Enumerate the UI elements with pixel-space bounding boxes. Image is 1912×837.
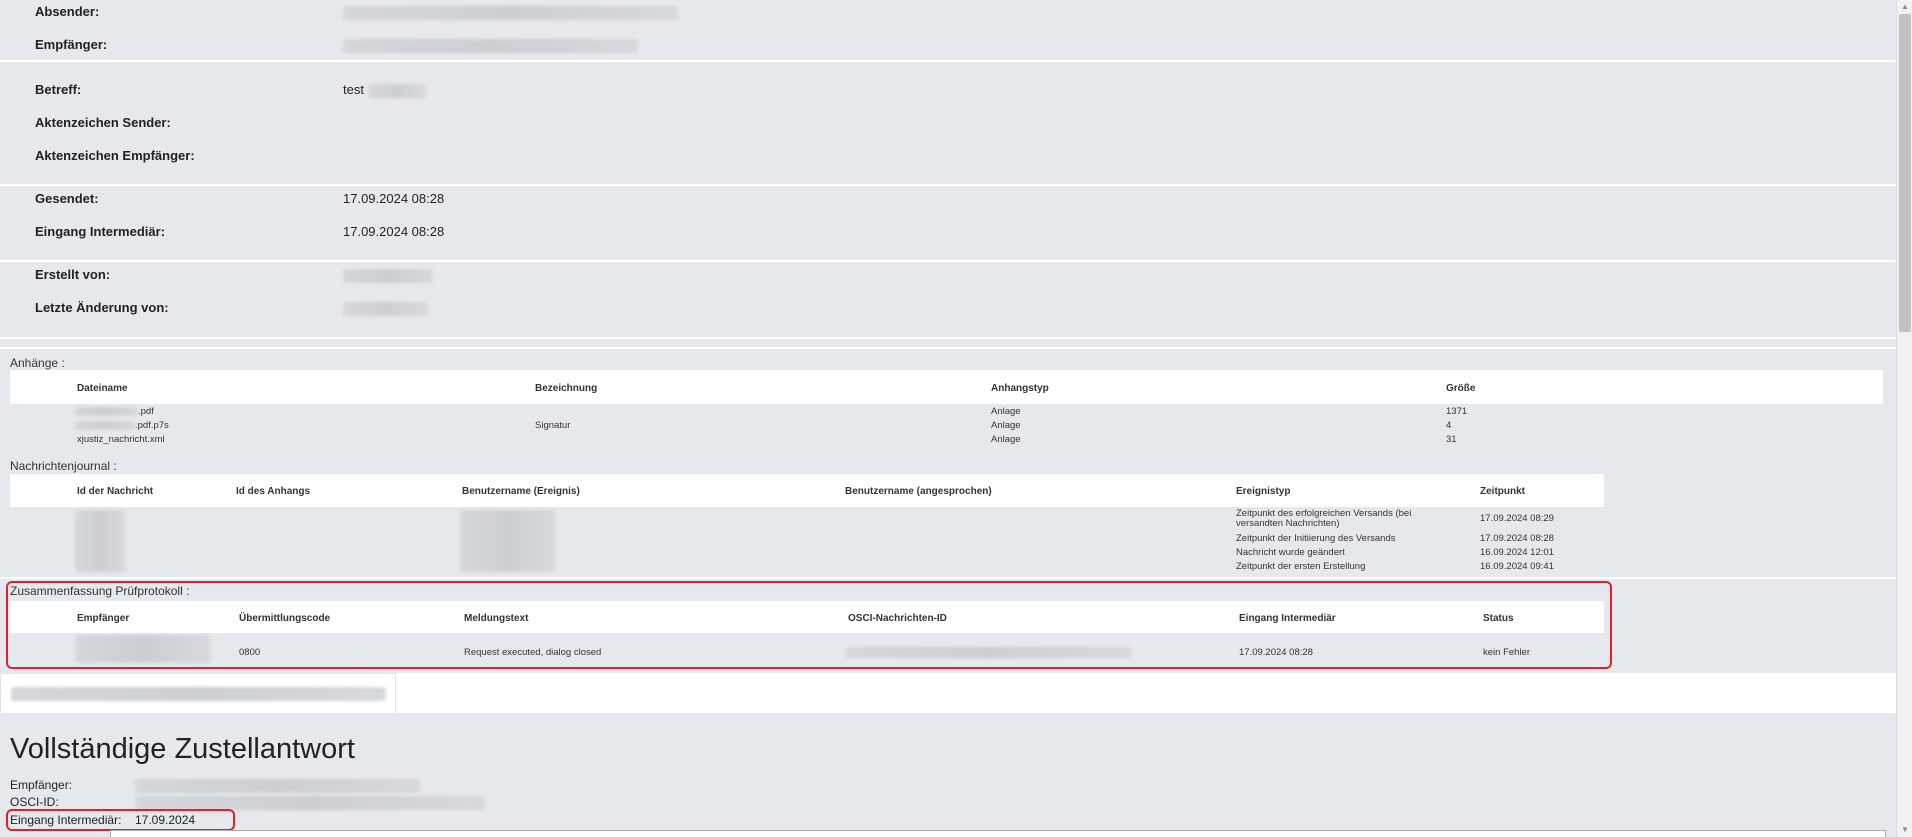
typ-cell: Anlage	[991, 434, 1021, 445]
gesendet-value: 17.09.2024 08:28	[343, 191, 445, 206]
letzte-aenderung-value	[343, 300, 428, 316]
letzte-aenderung-label: Letzte Änderung von:	[35, 300, 169, 315]
aktenzeichen-empfaenger-label: Aktenzeichen Empfänger:	[35, 148, 195, 163]
dateiname-cell: .pdf	[75, 406, 154, 417]
erstellt-value	[343, 267, 433, 283]
ereignistyp-cell: Zeitpunkt der ersten Erstellung	[1236, 561, 1366, 572]
empfaenger-value	[343, 37, 638, 53]
message-details-page: Absender: Empfänger: Betreff: test Akten…	[0, 0, 1896, 837]
response-content-box	[110, 830, 1886, 837]
groesse-cell: 4	[1446, 420, 1452, 431]
vertical-scrollbar[interactable]: ▲ ▼	[1896, 0, 1912, 837]
eingang-intermediaer-label: Eingang Intermediär:	[35, 224, 166, 239]
absender-value	[343, 4, 678, 20]
tab-recipient[interactable]	[0, 673, 396, 713]
zustellantwort-empfaenger-value	[135, 778, 420, 793]
gesendet-label: Gesendet:	[35, 191, 99, 206]
ereignistyp-cell: Zeitpunkt der Initiierung des Versands	[1236, 533, 1396, 544]
betreff-value: test	[343, 82, 426, 98]
absender-label: Absender:	[35, 4, 100, 19]
zustellantwort-osci-label: OSCI-ID:	[10, 795, 59, 809]
anhaenge-title: Anhänge :	[10, 356, 65, 370]
zustellantwort-empfaenger-row: Empfänger:	[10, 778, 420, 793]
anhaenge-table: Dateiname Bezeichnung Anhangstyp Größe	[10, 370, 1883, 404]
zeitpunkt-cell: 16.09.2024 12:01	[1480, 547, 1554, 558]
groesse-cell: 1371	[1446, 406, 1468, 417]
col-dateiname: Dateiname	[77, 383, 128, 394]
aktenzeichen-sender-label: Aktenzeichen Sender:	[35, 115, 171, 130]
col-bezeichnung: Bezeichnung	[535, 383, 598, 394]
highlight-eingang-intermediaer	[6, 809, 235, 831]
scroll-thumb[interactable]	[1899, 14, 1911, 332]
eingang-intermediaer-value: 17.09.2024 08:28	[343, 224, 445, 239]
col-groesse: Größe	[1446, 383, 1476, 394]
scroll-down-arrow-icon[interactable]: ▼	[1897, 823, 1912, 837]
zeitpunkt-cell: 17.09.2024 08:29	[1480, 513, 1554, 524]
scroll-up-arrow-icon[interactable]: ▲	[1897, 0, 1912, 14]
dateiname-cell: .pdf.p7s	[75, 420, 169, 431]
erstellt-label: Erstellt von:	[35, 267, 111, 282]
zustellantwort-title: Vollständige Zustellantwort	[10, 733, 355, 765]
typ-cell: Anlage	[991, 406, 1021, 417]
divider	[0, 347, 1896, 349]
empfaenger-label: Empfänger:	[35, 37, 108, 52]
col-benutzer-ereignis: Benutzername (Ereignis)	[462, 486, 580, 497]
journal-table: Id der Nachricht Id des Anhangs Benutzer…	[10, 474, 1604, 507]
subject-section: Betreff: test Aktenzeichen Sender: Akten…	[0, 64, 1896, 186]
col-id-anhang: Id des Anhangs	[236, 486, 311, 497]
highlight-pruefprotokoll	[6, 581, 1612, 669]
sender-section: Absender: Empfänger:	[0, 0, 1896, 62]
author-section: Erstellt von: Letzte Änderung von:	[0, 264, 1896, 339]
typ-cell: Anlage	[991, 420, 1021, 431]
col-zeitpunkt: Zeitpunkt	[1480, 486, 1525, 497]
redacted-usernames	[460, 510, 555, 572]
betreff-label: Betreff:	[35, 82, 82, 97]
zustellantwort-osci-value	[135, 795, 485, 810]
zeitpunkt-cell: 16.09.2024 09:41	[1480, 561, 1554, 572]
redacted-ids	[75, 510, 125, 572]
ereignistyp-cell: Nachricht wurde geändert	[1236, 547, 1345, 558]
col-ereignistyp: Ereignistyp	[1236, 486, 1291, 497]
col-anhangstyp: Anhangstyp	[991, 383, 1049, 394]
divider	[0, 577, 1896, 579]
ereignistyp-cell: Zeitpunkt des erfolgreichen Versands (be…	[1236, 508, 1412, 529]
recipient-tabbar	[0, 673, 1896, 713]
zeitpunkt-cell: 17.09.2024 08:28	[1480, 533, 1554, 544]
col-id-nachricht: Id der Nachricht	[77, 486, 154, 497]
groesse-cell: 31	[1446, 434, 1457, 445]
dateiname-cell: xjustiz_nachricht.xml	[77, 434, 165, 445]
journal-title: Nachrichtenjournal :	[10, 459, 117, 473]
zustellantwort-empfaenger-label: Empfänger:	[10, 778, 73, 792]
dates-section: Gesendet: 17.09.2024 08:28 Eingang Inter…	[0, 188, 1896, 262]
zustellantwort-osci-row: OSCI-ID:	[10, 795, 485, 810]
col-benutzer-angesprochen: Benutzername (angesprochen)	[845, 486, 992, 497]
bezeichnung-cell: Signatur	[535, 420, 571, 431]
